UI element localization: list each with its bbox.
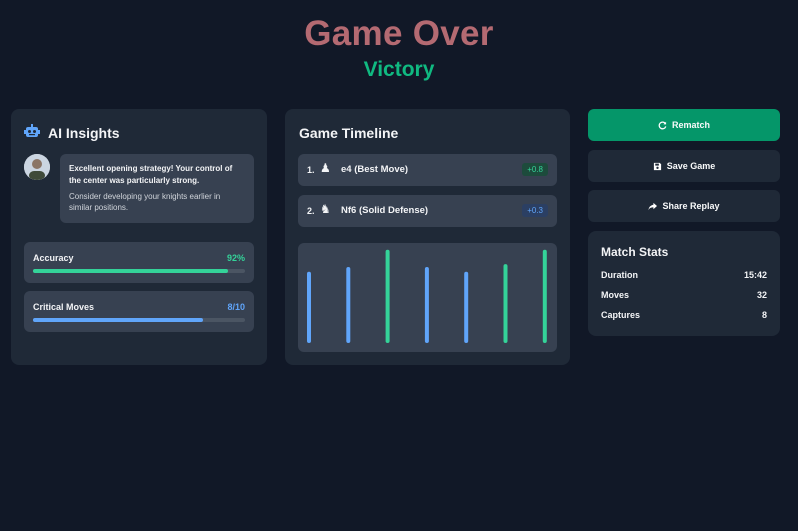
- save-icon: [653, 162, 661, 170]
- critical-moves-metric: Critical Moves 8/10: [24, 291, 254, 332]
- rematch-label: Rematch: [671, 120, 710, 130]
- move-name: Nf6 (Solid Defense): [341, 205, 429, 216]
- knight-icon: ♞: [320, 202, 331, 216]
- eval-badge: +0.3: [522, 204, 548, 217]
- critical-moves-progress-fill: [33, 318, 203, 322]
- stat-value: 15:42: [743, 270, 767, 280]
- pawn-icon: ♟: [320, 161, 331, 175]
- page-title: Game Over: [304, 14, 494, 53]
- ai-message-bubble: Excellent opening strategy! Your control…: [60, 154, 254, 223]
- refresh-icon: [658, 121, 667, 129]
- stat-value: 8: [761, 310, 767, 320]
- share-icon: [648, 202, 658, 210]
- move-number: 2.: [307, 206, 315, 216]
- stat-row-duration: Duration 15:42: [601, 270, 767, 280]
- avatar: [24, 154, 50, 180]
- critical-moves-progress-track: [33, 318, 245, 322]
- stat-label: Captures: [601, 310, 641, 320]
- save-game-button[interactable]: Save Game: [588, 150, 780, 182]
- critical-moves-label: Critical Moves: [33, 302, 95, 312]
- move-number: 1.: [307, 165, 315, 175]
- timeline-bars: [307, 249, 547, 343]
- game-timeline-card: Game Timeline 1. ♟ e4 (Best Move) +0.8 2…: [285, 109, 570, 365]
- stat-row-captures: Captures 8: [601, 310, 767, 320]
- accuracy-progress-fill: [33, 269, 229, 273]
- timeline-move[interactable]: 2. ♞ Nf6 (Solid Defense) +0.3: [298, 195, 557, 227]
- ai-insights-title: AI Insights: [48, 125, 120, 141]
- result-label: Victory: [363, 58, 435, 81]
- stat-label: Duration: [601, 270, 638, 280]
- save-game-label: Save Game: [666, 161, 716, 171]
- match-stats-title: Match Stats: [601, 245, 669, 259]
- robot-icon: [24, 124, 40, 137]
- stat-value: 32: [756, 290, 767, 300]
- timeline-chart: [298, 243, 557, 352]
- stat-row-moves: Moves 32: [601, 290, 767, 300]
- accuracy-value: 92%: [226, 253, 245, 263]
- ai-insights-card: AI Insights Excellent opening strategy! …: [11, 109, 267, 365]
- eval-badge: +0.8: [522, 163, 548, 176]
- share-replay-button[interactable]: Share Replay: [588, 190, 780, 222]
- rematch-button[interactable]: Rematch: [588, 109, 780, 141]
- accuracy-label: Accuracy: [33, 253, 74, 263]
- game-timeline-title: Game Timeline: [299, 125, 399, 141]
- accuracy-progress-track: [33, 269, 245, 273]
- critical-moves-value: 8/10: [227, 302, 245, 312]
- ai-message-secondary: Consider developing your knights earlier…: [69, 192, 221, 212]
- timeline-move[interactable]: 1. ♟ e4 (Best Move) +0.8: [298, 154, 557, 186]
- stat-label: Moves: [601, 290, 630, 300]
- share-replay-label: Share Replay: [662, 201, 720, 211]
- match-stats-card: Match Stats Duration 15:42 Moves 32 Capt…: [588, 231, 780, 336]
- accuracy-metric: Accuracy 92%: [24, 242, 254, 283]
- move-name: e4 (Best Move): [341, 164, 409, 175]
- ai-message-primary: Excellent opening strategy! Your control…: [69, 164, 233, 185]
